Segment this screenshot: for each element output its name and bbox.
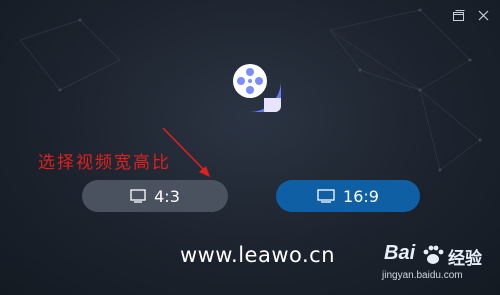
screen-icon [317, 189, 335, 203]
titlebar-controls [452, 8, 490, 22]
baidu-jingyan-watermark: Bai 经验 jingyan.baidu.com [356, 240, 496, 292]
restore-window-icon[interactable] [452, 8, 466, 22]
aspect-16-9-button[interactable]: 16:9 [276, 180, 420, 212]
aspect-4-3-label: 4:3 [154, 186, 180, 206]
close-icon[interactable] [476, 8, 490, 22]
paw-icon [423, 245, 444, 264]
watermark-url: jingyan.baidu.com [382, 270, 463, 281]
video-reel-logo-icon [217, 48, 283, 114]
watermark-brand: Bai [384, 242, 416, 264]
annotation-label: 选择视频宽高比 [38, 153, 171, 173]
screen-icon [130, 189, 146, 203]
watermark-jingyan: 经验 [448, 249, 482, 269]
app-window: 选择视频宽高比 4:3 16:9 www.leawo.cn Bai 经验 jin… [0, 0, 500, 295]
aspect-16-9-label: 16:9 [343, 186, 379, 206]
aspect-4-3-button[interactable]: 4:3 [82, 180, 228, 212]
